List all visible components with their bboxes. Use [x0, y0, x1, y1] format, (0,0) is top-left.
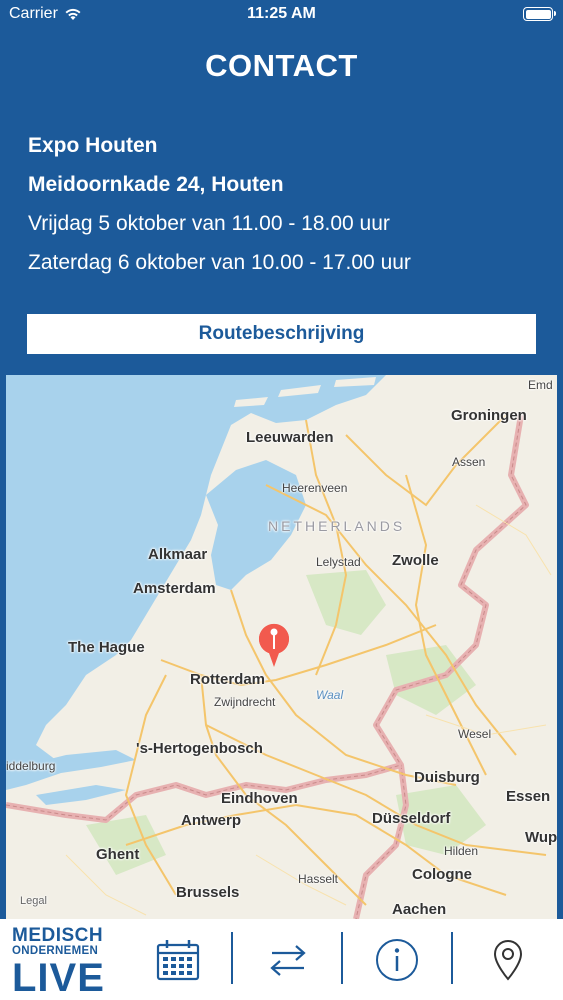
map-label-hasselt: Hasselt [298, 872, 339, 886]
status-bar: Carrier 11:25 AM [0, 0, 563, 30]
info-icon [376, 938, 418, 981]
map-label-brussels: Brussels [176, 884, 240, 901]
map-label-middelburg: iddelburg [6, 759, 56, 773]
map-label-rotterdam: Rotterdam [190, 671, 266, 688]
map-label-ghent: Ghent [96, 846, 140, 863]
map-label-zwolle: Zwolle [392, 552, 439, 569]
location-pin-icon [493, 939, 523, 981]
map-label-antwerp: Antwerp [181, 812, 241, 829]
venue-name: Expo Houten [28, 134, 158, 157]
map-label-wesel: Wesel [458, 727, 492, 741]
tab-divider [451, 932, 453, 984]
route-button[interactable]: Routebeschrijving [27, 314, 536, 354]
tab-bar: MEDISCH ONDERNEMEN LIVE [0, 919, 563, 1000]
map-label-leeuwarden: Leeuwarden [246, 429, 334, 446]
brand-logo[interactable]: MEDISCH ONDERNEMEN LIVE [12, 926, 105, 998]
map-label-groningen: Groningen [451, 407, 527, 424]
map-label-lelystad: Lelystad [316, 555, 361, 569]
map-pin-icon[interactable] [257, 623, 291, 667]
map-label-assen: Assen [452, 455, 486, 469]
venue-address: Meidoornkade 24, Houten [28, 173, 284, 196]
tab-exchange[interactable] [262, 919, 314, 1000]
map-label-wup: Wup [525, 829, 557, 846]
logo-line-1: MEDISCH [12, 925, 104, 946]
map-label-dusseldorf: Düsseldorf [372, 810, 451, 827]
tab-info[interactable] [372, 919, 422, 1000]
calendar-icon [156, 939, 200, 980]
map-label-emd: Emd [528, 378, 553, 392]
map-label-amsterdam: Amsterdam [133, 580, 216, 597]
map-label-eindhoven: Eindhoven [221, 790, 298, 807]
tab-location[interactable] [487, 919, 529, 1000]
clock: 11:25 AM [247, 5, 316, 22]
map-label-country: NETHERLANDS [268, 518, 406, 534]
map-label-heerenveen: Heerenveen [282, 481, 348, 495]
map-label-the-hague: The Hague [68, 639, 145, 656]
map-label-waal: Waal [316, 688, 344, 702]
map-label-hertogenbosch: 's-Hertogenbosch [136, 740, 263, 757]
tab-calendar[interactable] [150, 919, 206, 1000]
page-title: CONTACT [205, 48, 358, 83]
map-label-cologne: Cologne [412, 866, 472, 883]
event-date-friday: Vrijdag 5 oktober van 11.00 - 18.00 uur [28, 212, 390, 235]
swap-arrows-icon [270, 944, 306, 976]
map-label-zwijndrecht: Zwijndrecht [214, 695, 276, 709]
battery-icon [523, 7, 556, 21]
event-info: Expo Houten Meidoornkade 24, Houten Vrij… [28, 132, 411, 288]
logo-line-3: LIVE [12, 955, 105, 1000]
map-legal-link[interactable]: Legal [20, 895, 47, 907]
tab-divider [341, 932, 343, 984]
event-date-saturday: Zaterdag 6 oktober van 10.00 - 17.00 uur [28, 251, 411, 274]
tab-divider [231, 932, 233, 984]
map-label-alkmaar: Alkmaar [148, 546, 208, 563]
map-view[interactable]: Emd Groningen Leeuwarden Assen Heerenvee… [6, 375, 557, 919]
map-label-essen: Essen [506, 788, 551, 805]
map-label-duisburg: Duisburg [414, 769, 480, 786]
map-label-hilden: Hilden [444, 844, 479, 858]
map-label-aachen: Aachen [392, 901, 447, 918]
